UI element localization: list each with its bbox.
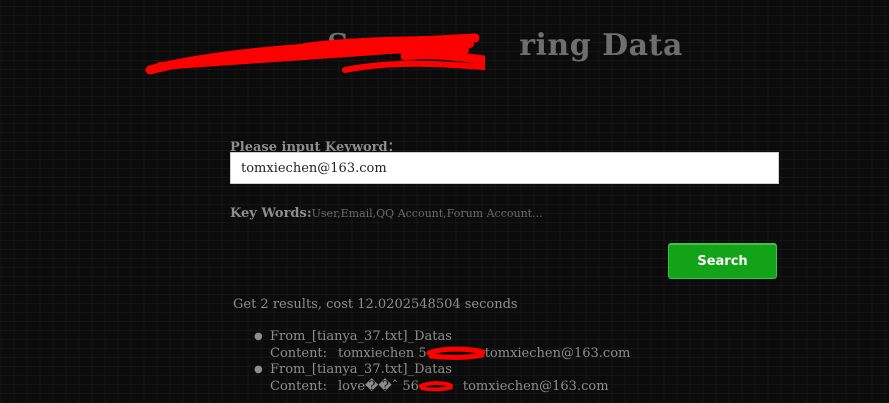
page: Sring Data Please input Keyword： Key Wor…	[0, 0, 889, 403]
result-content-after: tomxiechen@163.com	[462, 378, 609, 394]
result-item: ● From_[tianya_37.txt]_Datas Content: lov…	[254, 362, 630, 395]
content-redaction-scribble	[426, 346, 485, 360]
result-content-before: love��ˆ 56	[338, 378, 419, 394]
bullet-icon: ●	[254, 364, 263, 375]
result-content-before: tomxiechen 5	[338, 345, 427, 361]
title-redaction-scribble	[145, 33, 485, 75]
content-redaction-scribble	[418, 381, 453, 392]
keyword-input[interactable]	[230, 152, 779, 184]
results-summary: Get 2 results, cost 12.0202548504 second…	[233, 297, 518, 312]
result-content-after: tomxiechen@163.com	[484, 345, 631, 361]
result-content-label: Content:	[270, 378, 328, 394]
bullet-icon: ●	[254, 331, 263, 342]
keywords-hint-label: Key Words:	[230, 206, 312, 221]
keywords-hint-text: User,Email,QQ Account,Forum Account...	[311, 207, 543, 220]
keywords-hint: Key Words:User,Email,QQ Account,Forum Ac…	[230, 206, 543, 221]
search-button[interactable]: Search	[668, 243, 777, 279]
result-content-label: Content:	[270, 345, 328, 361]
result-source: From_[tianya_37.txt]_Datas	[270, 329, 452, 344]
results-list: ● From_[tianya_37.txt]_Datas Content: tom…	[254, 329, 630, 395]
result-item: ● From_[tianya_37.txt]_Datas Content: tom…	[254, 329, 630, 362]
result-content: Content: tomxiechen 5 tomxiechen@163.com	[270, 346, 630, 363]
page-title-suffix: ring Data	[519, 28, 683, 63]
result-source: From_[tianya_37.txt]_Datas	[270, 362, 452, 377]
result-content: Content: love��ˆ 56 tomxiechen@163.com	[270, 379, 630, 396]
